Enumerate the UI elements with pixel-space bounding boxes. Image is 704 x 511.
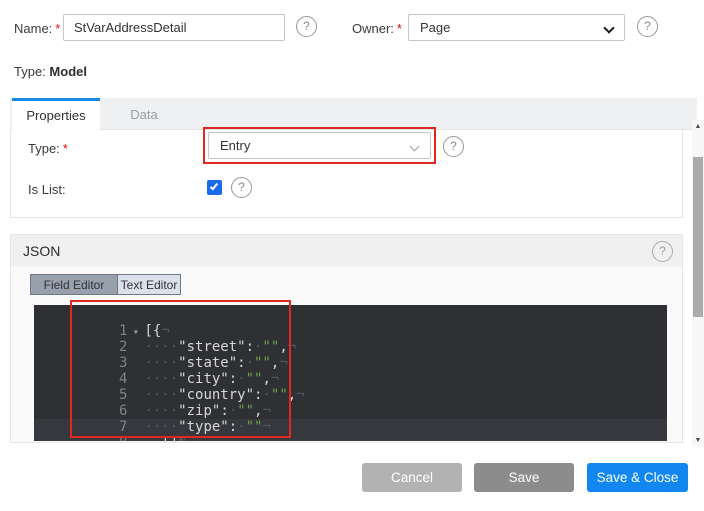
line-number: 4 (101, 371, 127, 387)
eol-marker: ¬ (262, 419, 270, 435)
owner-label: Owner:* (352, 21, 402, 36)
editor-mode-toggle: Field Editor Text Editor (30, 274, 181, 295)
eol-marker: ¬ (161, 323, 169, 339)
json-code-editor[interactable]: 1▾[{¬ 2····"street":·"",¬ 3····"state":·… (34, 305, 667, 441)
tab-properties[interactable]: Properties (12, 98, 100, 130)
line-number: 1 (101, 323, 127, 339)
text-editor-tab[interactable]: Text Editor (117, 275, 180, 294)
name-label: Name:* (14, 21, 60, 36)
is-list-checkbox[interactable] (207, 180, 222, 195)
scrollbar-thumb[interactable] (693, 157, 703, 317)
line-number: 3 (101, 355, 127, 371)
type-select[interactable]: Entry (208, 132, 431, 159)
variable-type-value: Model (49, 64, 87, 79)
eol-marker: ¶ (178, 435, 186, 441)
checkmark-icon (210, 182, 218, 191)
line-number: 2 (101, 339, 127, 355)
line-number: 5 (101, 387, 127, 403)
json-panel-header: JSON (11, 235, 682, 267)
variable-type-line: Type: Model (14, 64, 87, 79)
owner-select-value: Page (420, 20, 450, 35)
eol-marker: ¬ (271, 371, 279, 387)
cancel-button[interactable]: Cancel (362, 463, 462, 492)
name-input[interactable] (63, 14, 285, 41)
eol-marker: ¬ (262, 403, 270, 419)
name-help-icon[interactable]: ? (296, 16, 317, 37)
vertical-scrollbar[interactable]: ▲ ▼ (692, 120, 704, 447)
line-number: 8 (101, 435, 127, 441)
type-help-icon[interactable]: ? (443, 136, 464, 157)
type-select-value: Entry (220, 138, 250, 153)
required-asterisk: * (55, 21, 60, 36)
code-line: 1▾[{¬ (34, 307, 667, 323)
json-panel-title: JSON (23, 243, 60, 259)
chevron-down-icon (410, 142, 420, 152)
eol-marker: ¬ (279, 355, 287, 371)
json-help-icon[interactable]: ? (652, 241, 673, 262)
eol-marker: ¬ (288, 339, 296, 355)
tab-bar: Properties Data (10, 98, 697, 130)
is-list-help-icon[interactable]: ? (231, 177, 252, 198)
eol-marker: ¬ (296, 387, 304, 403)
required-asterisk: * (63, 141, 68, 156)
line-number: 6 (101, 403, 127, 419)
json-panel: JSON ? Field Editor Text Editor 1▾[{¬ 2·… (10, 234, 683, 443)
type-field-label: Type:* (28, 141, 68, 156)
line-number: 7 (101, 419, 127, 435)
save-button[interactable]: Save (474, 463, 574, 492)
save-and-close-button[interactable]: Save & Close (587, 463, 688, 492)
scroll-up-icon[interactable]: ▲ (692, 120, 704, 133)
chevron-down-icon (603, 22, 614, 33)
tab-data[interactable]: Data (100, 98, 188, 130)
scroll-down-icon[interactable]: ▼ (692, 434, 704, 447)
owner-help-icon[interactable]: ? (637, 16, 658, 37)
owner-select[interactable]: Page (408, 14, 625, 41)
required-asterisk: * (397, 21, 402, 36)
field-editor-tab[interactable]: Field Editor (31, 275, 117, 294)
is-list-label: Is List: (28, 182, 66, 197)
variable-properties-dialog: Name:* ? Owner:* Page ? Type: Model Prop… (0, 0, 704, 511)
